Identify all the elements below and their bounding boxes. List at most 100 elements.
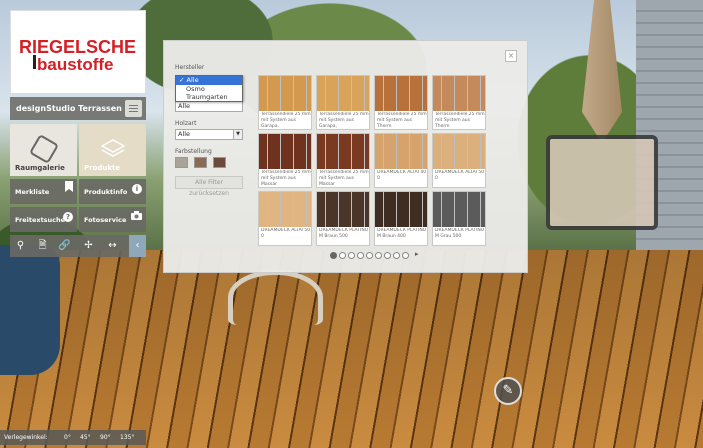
product-label: Terrassendiele 25 mm mit System aus Mass…	[319, 170, 369, 187]
product-label: DREAMDECK ALTAI 50 0	[261, 228, 311, 239]
page-dot[interactable]	[339, 252, 346, 259]
produktinfo-button[interactable]: Produktinfo i	[79, 179, 146, 204]
page-dot[interactable]	[393, 252, 400, 259]
hersteller-option[interactable]: Osmo	[176, 85, 242, 94]
product-image	[375, 134, 427, 169]
product-image	[259, 134, 311, 169]
hersteller-option[interactable]: Traumgarten	[176, 93, 242, 102]
layers-icon	[101, 139, 125, 157]
farbstellung-label: Farbstellung	[175, 148, 212, 155]
page-dot[interactable]	[384, 252, 391, 259]
product-label: Terrassendiele 25 mm mit System aus Gara…	[319, 112, 369, 129]
studio-header: designStudio Terrassen	[10, 97, 146, 120]
color-swatch[interactable]	[194, 157, 207, 168]
product-label: Terrassendiele 25 mm mit System aus Ther…	[377, 112, 427, 129]
page-dot[interactable]	[330, 252, 337, 259]
back-icon[interactable]: ‹	[129, 235, 146, 257]
product-tile[interactable]: Terrassendiele 25 mm mit System aus Ther…	[374, 75, 428, 130]
next-page-icon[interactable]: ▸	[415, 250, 419, 258]
color-swatch[interactable]	[213, 157, 226, 168]
logo-line1: RIEGELSCHE	[19, 37, 136, 57]
fotoservice-button[interactable]: Fotoservice	[79, 207, 146, 232]
hersteller-option[interactable]: ✓ Alle	[176, 76, 242, 85]
product-label: DREAMDECK PLATINU M Braun 400	[377, 228, 427, 239]
decor-urn	[228, 270, 323, 325]
link-icon[interactable]: 🔗	[56, 235, 73, 257]
page-dot[interactable]	[402, 252, 409, 259]
angle-option[interactable]: 0°	[64, 430, 71, 445]
product-tile[interactable]: DREAMDECK ALTAI 50 0	[432, 133, 486, 188]
holzart-value: Alle	[178, 130, 191, 138]
page-dot[interactable]	[366, 252, 373, 259]
tile-raumgalerie[interactable]: Raumgalerie	[10, 124, 77, 176]
second-select-value: Alle	[178, 102, 191, 110]
reset-filters-button[interactable]: Alle Filter zurücksetzen	[175, 176, 243, 197]
company-logo[interactable]: RIEGELSCHE baustoffe	[10, 10, 146, 94]
product-tile[interactable]: Terrassendiele 25 mm mit System aus Mass…	[316, 133, 370, 188]
product-label: Terrassendiele 25 mm mit System aus Gara…	[261, 112, 311, 129]
angle-option[interactable]: 135°	[120, 430, 134, 445]
product-tile[interactable]: Terrassendiele 25 mm mit System aus Gara…	[258, 75, 312, 130]
merkliste-label: Merkliste	[15, 188, 50, 196]
deck-shade	[0, 250, 703, 448]
product-image	[433, 76, 485, 111]
product-image	[259, 192, 311, 227]
product-tile[interactable]: Terrassendiele 25 mm mit System aus Gara…	[316, 75, 370, 130]
pencil-icon[interactable]: ✎	[494, 377, 522, 405]
freitextsuche-button[interactable]: Freitextsuche ?	[10, 207, 77, 232]
color-swatch[interactable]	[175, 157, 188, 168]
product-tile[interactable]: DREAMDECK PLATINU M Braun 400	[374, 191, 428, 246]
merkliste-button[interactable]: Merkliste	[10, 179, 77, 204]
hersteller-dropdown[interactable]: ✓ Alle Osmo Traumgarten	[175, 75, 243, 102]
info-icon: i	[132, 184, 142, 194]
close-icon[interactable]: ×	[505, 50, 517, 62]
product-label: DREAMDECK ALTAI 50 0	[435, 170, 485, 181]
search-icon[interactable]: ⚲	[12, 235, 29, 257]
product-tile[interactable]: DREAMDECK PLATINU M Grau 500	[432, 191, 486, 246]
product-tile[interactable]: DREAMDECK PLATINU M Braun 500	[316, 191, 370, 246]
tile-produkte[interactable]: Produkte	[79, 124, 146, 176]
page-dot[interactable]	[348, 252, 355, 259]
product-image	[317, 134, 369, 169]
product-image	[433, 192, 485, 227]
product-label: DREAMDECK PLATINU M Grau 500	[435, 228, 485, 239]
product-image	[433, 134, 485, 169]
chevron-down-icon: ▼	[233, 130, 242, 139]
product-tile[interactable]: DREAMDECK ALTAI 50 0	[258, 191, 312, 246]
angle-option[interactable]: 90°	[100, 430, 111, 445]
angle-option[interactable]: 45°	[80, 430, 91, 445]
freitextsuche-label: Freitextsuche	[15, 216, 66, 224]
toolbar: ⚲ 🗎 🔗 ✢ ↔ ‹	[10, 235, 146, 257]
tile-raumgalerie-label: Raumgalerie	[15, 164, 65, 172]
page-dot[interactable]	[357, 252, 364, 259]
product-image	[317, 76, 369, 111]
product-image	[375, 192, 427, 227]
hamburger-icon[interactable]	[125, 100, 142, 117]
produktinfo-label: Produktinfo	[84, 188, 128, 196]
room-gallery-icon	[28, 133, 60, 165]
camera-icon	[131, 211, 142, 220]
tile-produkte-label: Produkte	[84, 164, 121, 172]
product-tile[interactable]: Terrassendiele 25 mm mit System aus Mass…	[258, 133, 312, 188]
angle-bar: Verlegewinkel: 0° 45° 90° 135°	[0, 430, 146, 445]
logo-graphic: RIEGELSCHE baustoffe	[19, 37, 136, 74]
studio-title: designStudio Terrassen	[16, 104, 122, 113]
logo-line2: baustoffe	[37, 55, 114, 74]
move-icon[interactable]: ✢	[80, 235, 97, 257]
second-select[interactable]: Alle	[175, 101, 243, 112]
hersteller-label: Hersteller	[175, 64, 205, 71]
page-dot[interactable]	[375, 252, 382, 259]
holzart-label: Holzart	[175, 120, 197, 127]
holzart-select[interactable]: Alle ▼	[175, 129, 243, 140]
product-label: DREAMDECK PLATINU M Braun 500	[319, 228, 369, 239]
fotoservice-label: Fotoservice	[84, 216, 127, 224]
product-label: Terrassendiele 25 mm mit System aus Ther…	[435, 112, 485, 129]
document-icon[interactable]: 🗎	[34, 235, 51, 257]
product-image	[375, 76, 427, 111]
product-tile[interactable]: DREAMDECK ALTAI 40 0	[374, 133, 428, 188]
arrows-horizontal-icon[interactable]: ↔	[104, 235, 121, 257]
product-tile[interactable]: Terrassendiele 25 mm mit System aus Ther…	[432, 75, 486, 130]
product-image	[317, 192, 369, 227]
angle-label: Verlegewinkel:	[4, 434, 48, 441]
flower-pot	[0, 245, 60, 375]
